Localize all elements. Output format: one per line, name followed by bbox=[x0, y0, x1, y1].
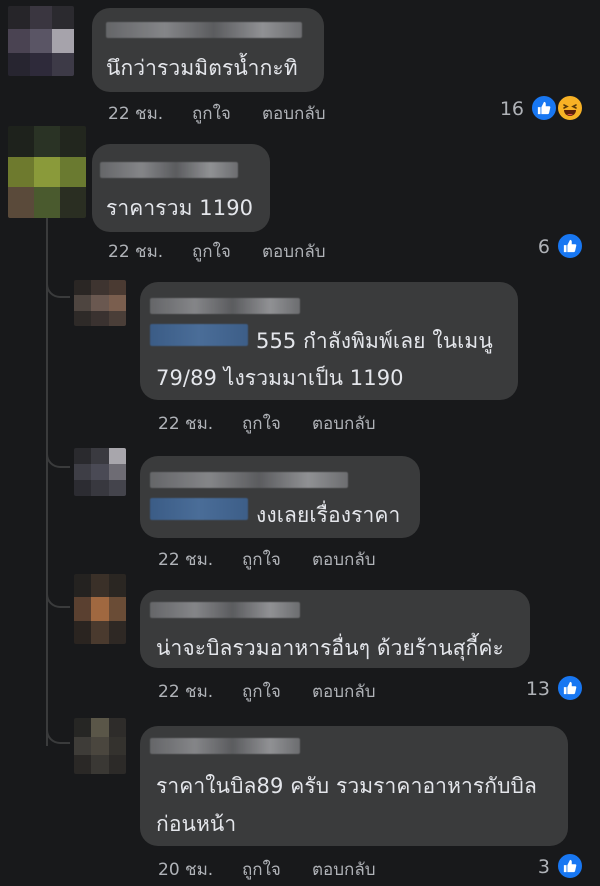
reply-text: ก่อนหน้า bbox=[156, 812, 237, 836]
reply-time[interactable]: 22 ชม. bbox=[158, 546, 213, 573]
reply-text: 555 กำลังพิมพ์เลย ในเมนู bbox=[256, 329, 493, 353]
thread-branch bbox=[46, 440, 70, 468]
like-icon bbox=[556, 232, 584, 260]
reaction-count[interactable]: 13 bbox=[516, 678, 550, 700]
avatar[interactable] bbox=[74, 718, 126, 774]
avatar[interactable] bbox=[8, 126, 86, 218]
comment-text: นึกว่ารวมมิตรน้ำกะทิ bbox=[106, 56, 298, 80]
commenter-name[interactable] bbox=[106, 22, 302, 38]
reply-time[interactable]: 22 ชม. bbox=[158, 678, 213, 705]
like-icon bbox=[556, 852, 584, 880]
avatar[interactable] bbox=[8, 6, 74, 76]
tagged-name[interactable] bbox=[150, 498, 248, 520]
reply-link[interactable]: ตอบกลับ bbox=[262, 238, 326, 265]
reply-time[interactable]: 20 ชม. bbox=[158, 856, 213, 883]
tagged-name[interactable] bbox=[150, 324, 248, 346]
commenter-name[interactable] bbox=[150, 602, 300, 618]
like-link[interactable]: ถูกใจ bbox=[192, 100, 231, 127]
reply-time[interactable]: 22 ชม. bbox=[158, 410, 213, 437]
like-link[interactable]: ถูกใจ bbox=[242, 546, 281, 573]
thread-branch bbox=[46, 706, 70, 744]
avatar[interactable] bbox=[74, 448, 126, 496]
like-link[interactable]: ถูกใจ bbox=[242, 410, 281, 437]
reaction-count[interactable]: 3 bbox=[530, 856, 550, 878]
reply-link[interactable]: ตอบกลับ bbox=[312, 856, 376, 883]
reply-link[interactable]: ตอบกลับ bbox=[312, 410, 376, 437]
reaction-count[interactable]: 6 bbox=[520, 236, 550, 258]
like-link[interactable]: ถูกใจ bbox=[192, 238, 231, 265]
like-link[interactable]: ถูกใจ bbox=[242, 678, 281, 705]
like-icon bbox=[556, 674, 584, 702]
haha-icon bbox=[556, 94, 584, 122]
thread-branch bbox=[46, 270, 70, 298]
comment-time[interactable]: 22 ชม. bbox=[108, 238, 163, 265]
reply-text: ราคาในบิล89 ครับ รวมราคาอาหารกับบิล bbox=[156, 774, 537, 798]
commenter-name[interactable] bbox=[150, 472, 348, 488]
like-icon bbox=[530, 94, 558, 122]
reply-text: 79/89 ไงรวมมาเป็น 1190 bbox=[156, 366, 404, 390]
reaction-count[interactable]: 16 bbox=[490, 98, 524, 120]
commenter-name[interactable] bbox=[150, 738, 300, 754]
comment-time[interactable]: 22 ชม. bbox=[108, 100, 163, 127]
reply-text: น่าจะบิลรวมอาหารอื่นๆ ด้วยร้านสุกี้ค่ะ bbox=[156, 636, 504, 660]
reply-link[interactable]: ตอบกลับ bbox=[312, 678, 376, 705]
comment-text: ราคารวม 1190 bbox=[106, 196, 254, 220]
reply-link[interactable]: ตอบกลับ bbox=[262, 100, 326, 127]
avatar[interactable] bbox=[74, 574, 126, 644]
avatar[interactable] bbox=[74, 280, 126, 326]
commenter-name[interactable] bbox=[150, 298, 300, 314]
reply-text: งงเลยเรื่องราคา bbox=[256, 503, 401, 527]
reply-link[interactable]: ตอบกลับ bbox=[312, 546, 376, 573]
commenter-name[interactable] bbox=[100, 162, 238, 178]
thread-branch bbox=[46, 576, 70, 608]
like-link[interactable]: ถูกใจ bbox=[242, 856, 281, 883]
